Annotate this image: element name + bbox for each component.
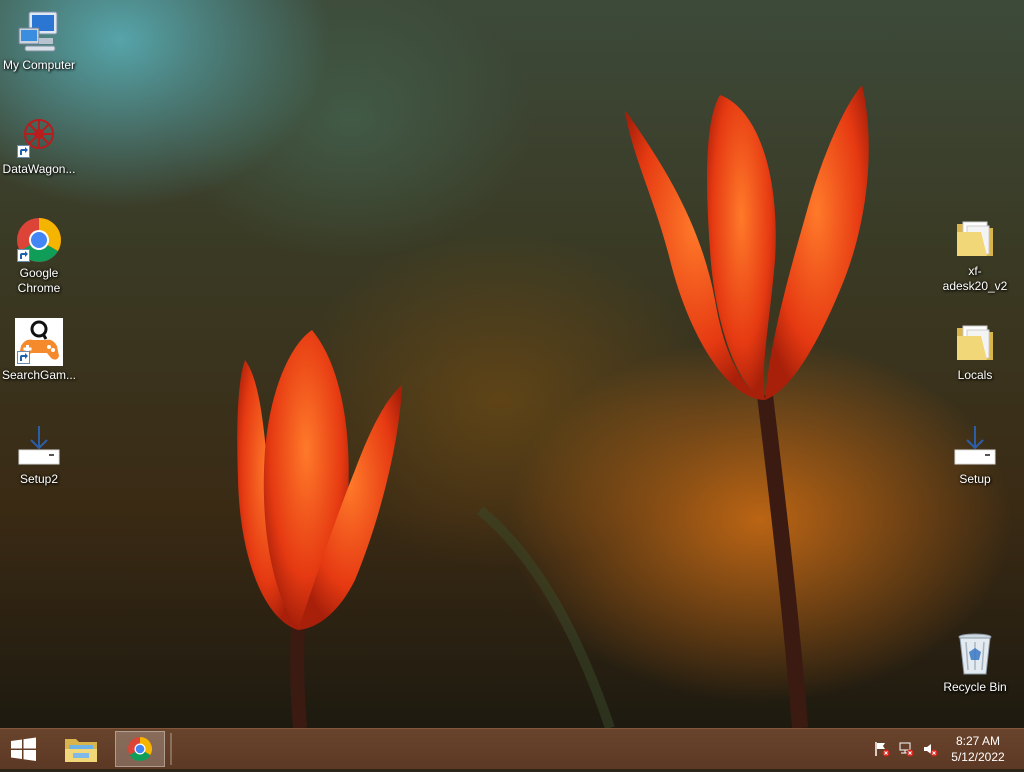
- desktop-icon-label: My Computer: [2, 58, 76, 72]
- desktop-icon-label: xf-adesk20_v2: [942, 264, 1008, 293]
- volume-muted-icon[interactable]: [922, 741, 938, 757]
- desktop-icon-my-computer[interactable]: My Computer: [0, 8, 78, 73]
- chrome-icon: [128, 737, 153, 762]
- start-button[interactable]: [6, 735, 40, 763]
- desktop-icon-label: Recycle Bin: [943, 680, 1007, 694]
- clock-time: 8:27 AM: [955, 734, 1001, 748]
- installer-icon: [951, 422, 999, 470]
- taskbar-separator: [170, 733, 172, 765]
- shortcut-arrow-icon: [17, 145, 30, 158]
- action-center-flag-icon[interactable]: [874, 741, 890, 757]
- taskbar-chrome-button[interactable]: [115, 731, 165, 767]
- installer-icon: [15, 422, 63, 470]
- tulip-wallpaper-art: [237, 85, 869, 728]
- desktop-icon-label: SearchGam...: [1, 368, 77, 382]
- desktop-icon-google-chrome[interactable]: Google Chrome: [0, 216, 78, 296]
- desktop-icon-locals[interactable]: Locals: [936, 318, 1014, 383]
- desktop-icon-label: Locals: [957, 368, 993, 382]
- desktop-icon-recycle-bin[interactable]: Recycle Bin: [936, 630, 1014, 695]
- folder-icon: [951, 214, 999, 262]
- desktop-icon-xf-adesk20-v2[interactable]: xf-adesk20_v2: [936, 214, 1014, 294]
- chrome-icon: [15, 216, 63, 264]
- windows-logo-icon: [11, 737, 36, 761]
- datawagon-icon: [15, 112, 63, 160]
- shortcut-arrow-icon: [17, 351, 30, 364]
- taskbar-file-explorer-button[interactable]: [56, 731, 106, 767]
- desktop-icon-label: DataWagon...: [2, 162, 76, 176]
- network-icon[interactable]: [898, 741, 914, 757]
- folder-icon: [951, 318, 999, 366]
- taskbar: 8:27 AM 5/12/2022: [0, 728, 1024, 769]
- clock-date: 5/12/2022: [951, 750, 1005, 764]
- shortcut-arrow-icon: [17, 249, 30, 262]
- taskbar-clock[interactable]: 8:27 AM 5/12/2022: [946, 733, 1010, 765]
- searchgames-icon: [15, 318, 63, 366]
- computer-icon: [15, 8, 63, 56]
- recycle-bin-icon: [951, 630, 999, 678]
- desktop-icon-label: Google Chrome: [17, 266, 61, 295]
- desktop-icon-setup[interactable]: Setup: [936, 422, 1014, 487]
- desktop-icon-searchgames[interactable]: SearchGam...: [0, 318, 78, 383]
- desktop-icon-datawagon[interactable]: DataWagon...: [0, 112, 78, 177]
- desktop-icon-label: Setup2: [19, 472, 59, 486]
- file-explorer-icon: [65, 739, 97, 762]
- desktop-icon-setup2[interactable]: Setup2: [0, 422, 78, 487]
- desktop-icon-label: Setup: [959, 472, 991, 486]
